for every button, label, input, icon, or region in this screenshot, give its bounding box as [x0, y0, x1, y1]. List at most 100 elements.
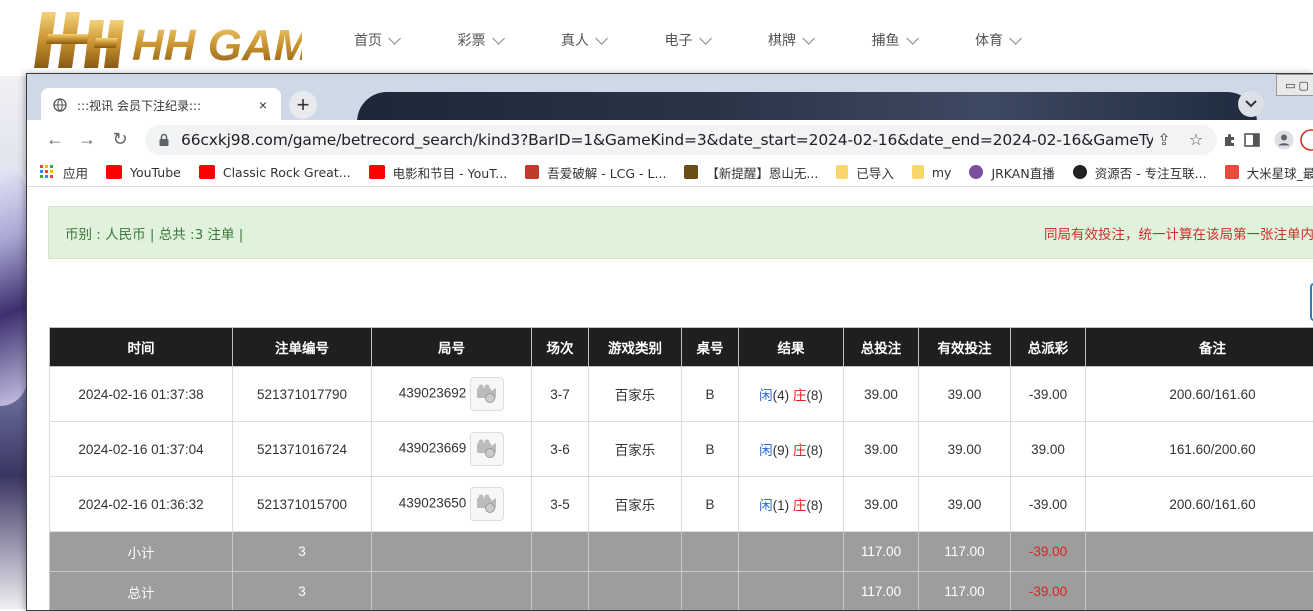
cell-valid-bet: 39.00 — [919, 367, 1011, 422]
col-header-payout: 总派彩 — [1011, 328, 1086, 367]
apps-grid-icon — [39, 165, 55, 179]
bookmark-folder-my[interactable]: my — [912, 165, 952, 180]
empty-cell — [739, 532, 844, 572]
subtotal-valid: 117.00 — [919, 532, 1011, 572]
star-bookmark-icon[interactable]: ☆ — [1185, 130, 1207, 150]
reload-icon[interactable]: ↻ — [110, 129, 130, 149]
nav-live[interactable]: 真人 — [561, 0, 665, 80]
bookmark-label: YouTube — [130, 165, 181, 180]
cell-total-bet[interactable]: 39.00 — [844, 477, 919, 532]
empty-cell — [682, 572, 739, 611]
subtotal-payout: -39.00 — [1011, 532, 1086, 572]
tab-search-button[interactable] — [1238, 91, 1264, 117]
player-label: 闲 — [759, 443, 773, 458]
empty-cell — [372, 532, 532, 572]
total-row: 总计 3 117.00 117.00 -39.00 — [50, 572, 1313, 611]
bet-record-table: 时间 注单编号 局号 场次 游戏类别 桌号 结果 总投注 有效投注 总派彩 备注… — [49, 327, 1313, 611]
cell-table: B — [682, 367, 739, 422]
nav-label: 捕鱼 — [872, 30, 900, 50]
chevron-down-icon — [1009, 32, 1022, 45]
bookmark-youtube[interactable]: YouTube — [106, 165, 181, 180]
lock-icon — [157, 133, 171, 147]
total-valid: 117.00 — [919, 572, 1011, 611]
player-value: (1) — [773, 498, 790, 513]
player-value: (4) — [773, 388, 790, 403]
nav-label: 真人 — [561, 30, 589, 50]
empty-cell — [589, 572, 682, 611]
cell-payout: -39.00 — [1011, 367, 1086, 422]
background-artwork — [0, 76, 27, 609]
bookmark-movies[interactable]: 电影和节目 - YouT... — [369, 163, 508, 182]
bookmark-ziyuanfou[interactable]: 资源否 - 专注互联... — [1073, 163, 1207, 182]
nav-home[interactable]: 首页 — [354, 0, 458, 80]
cell-time: 2024-02-16 01:36:32 — [50, 477, 233, 532]
bookmark-dami[interactable]: 大米星球_最新Netf — [1225, 163, 1313, 182]
bookmark-right[interactable]: 【新提醒】恩山无... — [684, 163, 818, 182]
video-replay-icon[interactable] — [470, 432, 504, 466]
tab-close-icon[interactable]: × — [255, 97, 271, 113]
table-row: 2024-02-16 01:36:32 521371015700 4390236… — [50, 477, 1313, 532]
bookmark-jrkan[interactable]: JRKAN直播 — [969, 163, 1054, 182]
bookmark-label: 应用 — [63, 163, 88, 182]
cell-valid-bet: 39.00 — [919, 422, 1011, 477]
youtube-icon — [199, 165, 215, 179]
cell-time: 2024-02-16 01:37:04 — [50, 422, 233, 477]
browser-tab-active[interactable]: :::视讯 会员下注纪录::: × — [41, 88, 281, 120]
forward-arrow-icon[interactable]: → — [77, 129, 97, 149]
col-header-total-bet: 总投注 — [844, 328, 919, 367]
nav-label: 体育 — [975, 30, 1003, 50]
cell-note: 200.60/161.60 — [1086, 477, 1313, 532]
nav-cards[interactable]: 棋牌 — [768, 0, 872, 80]
empty-cell — [589, 532, 682, 572]
chevron-down-icon — [1245, 100, 1257, 108]
bookmark-apps[interactable]: 应用 — [39, 163, 88, 182]
cell-result: 闲(9) 庄(8) — [739, 422, 844, 477]
bookmark-label: Classic Rock Great... — [223, 165, 351, 180]
cell-game: 百家乐 — [589, 477, 682, 532]
banker-label: 庄 — [793, 443, 807, 458]
cell-valid-bet: 39.00 — [919, 477, 1011, 532]
bookmark-folder-imported[interactable]: 已导入 — [836, 163, 894, 182]
cell-total-bet[interactable]: 39.00 — [844, 367, 919, 422]
col-header-table-no: 桌号 — [682, 328, 739, 367]
col-header-time: 时间 — [50, 328, 233, 367]
nav-slots[interactable]: 电子 — [665, 0, 769, 80]
subtotal-label: 小计 — [50, 532, 233, 572]
round-no-text: 439023669 — [399, 441, 467, 456]
extensions-puzzle-icon[interactable] — [1219, 129, 1241, 151]
table-header-row: 时间 注单编号 局号 场次 游戏类别 桌号 结果 总投注 有效投注 总派彩 备注 — [50, 328, 1313, 367]
window-controls[interactable]: ▭ ▢ — [1276, 74, 1313, 96]
col-header-order-no: 注单编号 — [233, 328, 372, 367]
cell-total-bet[interactable]: 39.00 — [844, 422, 919, 477]
menu-update-icon[interactable] — [1300, 129, 1313, 151]
profile-avatar-icon[interactable] — [1273, 129, 1295, 151]
video-replay-icon[interactable] — [470, 377, 504, 411]
browser-window: :::视讯 会员下注纪录::: × + ▭ ▢ ← → ↻ 66cxkj98.c… — [26, 73, 1313, 611]
cell-order-no: 521371015700 — [233, 477, 372, 532]
empty-cell — [1086, 572, 1313, 611]
col-header-round-no: 局号 — [372, 328, 532, 367]
nav-sports[interactable]: 体育 — [975, 0, 1079, 80]
share-icon[interactable]: ⇪ — [1153, 130, 1175, 150]
cell-payout: 39.00 — [1011, 422, 1086, 477]
side-panel-icon[interactable] — [1241, 129, 1263, 151]
cell-order-no: 521371017790 — [233, 367, 372, 422]
nav-lottery[interactable]: 彩票 — [458, 0, 562, 80]
globe-icon — [53, 98, 67, 112]
chevron-down-icon — [388, 32, 401, 45]
bookmark-52pojie[interactable]: 吾爱破解 - LCG - L... — [525, 163, 666, 182]
col-header-note: 备注 — [1086, 328, 1313, 367]
nav-label: 电子 — [665, 30, 693, 50]
back-arrow-icon[interactable]: ← — [45, 129, 65, 149]
empty-cell — [682, 532, 739, 572]
nav-fishing[interactable]: 捕鱼 — [872, 0, 976, 80]
address-bar[interactable]: 66cxkj98.com/game/betrecord_search/kind3… — [145, 125, 1217, 155]
new-tab-button[interactable]: + — [289, 91, 317, 119]
bookmark-label: 【新提醒】恩山无... — [706, 163, 818, 182]
chevron-down-icon — [595, 32, 608, 45]
total-bet: 117.00 — [844, 572, 919, 611]
bookmark-classic-rock[interactable]: Classic Rock Great... — [199, 165, 351, 180]
url-text: 66cxkj98.com/game/betrecord_search/kind3… — [181, 131, 1153, 149]
video-replay-icon[interactable] — [470, 487, 504, 521]
hh-game-logo[interactable]: HH GAME — [32, 6, 302, 74]
